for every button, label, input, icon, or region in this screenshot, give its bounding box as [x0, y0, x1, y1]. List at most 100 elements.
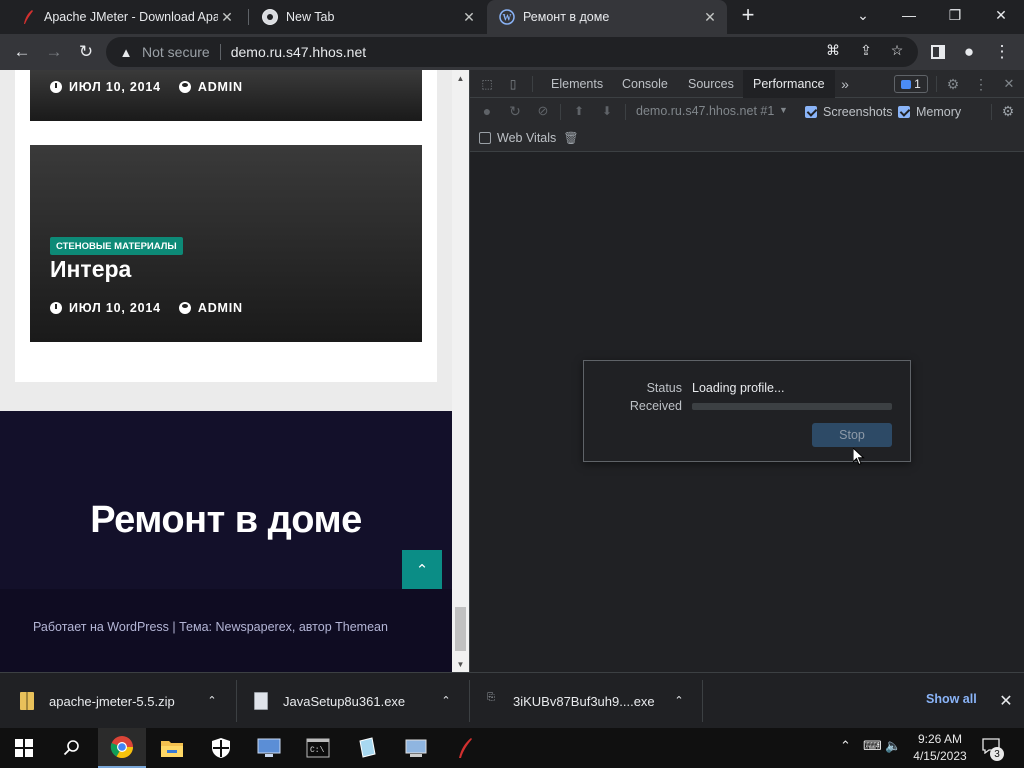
download-icon[interactable]: ⬇	[598, 102, 616, 120]
profile-button[interactable]: ●	[955, 38, 983, 66]
download-shelf: apache-jmeter-5.5.zip ⌃ JavaSetup8u361.e…	[0, 672, 1024, 728]
scrollbar-thumb[interactable]	[455, 607, 466, 651]
inspect-icon[interactable]: ⬚	[478, 75, 496, 93]
network-icon[interactable]: ⌨	[863, 738, 882, 754]
start-button[interactable]	[0, 728, 48, 768]
page-scrollbar[interactable]: ▲ ▼	[452, 70, 469, 672]
chevron-up-icon[interactable]: ⌃	[204, 692, 220, 708]
reload-button[interactable]: ↻	[72, 38, 100, 66]
bookmark-star-icon[interactable]: ☆	[888, 41, 906, 59]
chevron-up-icon: ⌃	[415, 561, 429, 579]
devtools-tab-bar: ⬚ ▯ Elements Console Sources Performance…	[470, 70, 1024, 98]
site-title[interactable]: Ремонт в доме	[0, 499, 452, 542]
devtools-tab-sources[interactable]: Sources	[679, 70, 743, 98]
warning-icon[interactable]: ▲	[118, 44, 134, 60]
stop-button[interactable]: Stop	[812, 423, 892, 447]
target-select[interactable]: demo.ru.s47.hhos.net #1	[636, 104, 774, 118]
checkbox-checked-icon[interactable]	[805, 106, 817, 118]
reload-profile-icon[interactable]: ↻	[506, 102, 524, 120]
taskbar-terminal[interactable]: C:\	[294, 728, 342, 768]
taskbar-network-app[interactable]	[392, 728, 440, 768]
system-clock[interactable]: 9:26 AM 4/15/2023	[906, 731, 974, 765]
settings-gear-icon[interactable]: ⚙	[944, 75, 962, 93]
forward-button[interactable]: →	[40, 38, 68, 66]
scroll-down-icon[interactable]: ▼	[452, 656, 469, 672]
scroll-to-top-button[interactable]: ⌃	[402, 550, 442, 589]
menu-button[interactable]: ⋮	[988, 38, 1016, 66]
chevron-up-icon[interactable]: ⌃	[840, 738, 851, 754]
clock-time: 9:26 AM	[917, 732, 963, 746]
checkbox-unchecked-icon[interactable]	[479, 132, 491, 144]
volume-icon[interactable]: 🔈	[885, 738, 901, 754]
checkbox-checked-icon[interactable]	[898, 106, 910, 118]
address-bar[interactable]: ▲ Not secure demo.ru.s47.hhos.net	[106, 37, 918, 67]
devtools-tab-performance[interactable]: Performance	[743, 70, 835, 98]
memory-checkbox[interactable]: Memory	[898, 105, 961, 119]
scroll-up-icon[interactable]: ▲	[452, 70, 469, 86]
chevron-up-icon[interactable]: ⌃	[438, 692, 454, 708]
devtools-tab-console[interactable]: Console	[613, 70, 677, 98]
record-icon[interactable]: ●	[478, 102, 496, 120]
close-icon[interactable]: ✕	[701, 8, 719, 26]
taskbar-security[interactable]	[197, 728, 245, 768]
new-tab-button[interactable]: +	[733, 0, 763, 30]
notification-center-button[interactable]: 3	[982, 738, 1004, 761]
web-vitals-checkbox[interactable]: Web Vitals	[479, 131, 556, 145]
tab-new-tab[interactable]: New Tab ✕	[250, 0, 486, 34]
minimize-button[interactable]: —	[886, 0, 932, 30]
tab-search-button[interactable]: ⌄	[840, 0, 886, 30]
device-toolbar-icon[interactable]: ▯	[504, 75, 522, 93]
post-date[interactable]: ИЮЛ 10, 2014	[69, 301, 161, 315]
show-all-downloads-link[interactable]: Show all	[926, 692, 977, 706]
category-badge[interactable]: СТЕНОВЫЕ МАТЕРИАЛЫ	[50, 237, 183, 255]
post-date[interactable]: ИЮЛ 10, 2014	[69, 80, 161, 94]
close-icon[interactable]: ✕	[996, 691, 1016, 711]
taskbar-jmeter[interactable]	[441, 728, 489, 768]
upload-icon[interactable]: ⬆	[570, 102, 588, 120]
search-icon	[63, 740, 79, 756]
translate-icon[interactable]: ⌘	[824, 41, 842, 59]
chevron-down-icon: ▼	[779, 105, 788, 115]
post-card-intera[interactable]: СТЕНОВЫЕ МАТЕРИАЛЫ Интера ИЮЛ 10, 2014 A…	[30, 145, 422, 342]
devtools-tab-elements[interactable]: Elements	[542, 70, 612, 98]
taskbar-notepad[interactable]	[343, 728, 391, 768]
omnibox-divider	[219, 44, 221, 60]
download-item[interactable]: JavaSetup8u361.exe ⌃	[254, 673, 469, 729]
issues-badge[interactable]: 1	[894, 75, 928, 93]
close-window-button[interactable]: ✕	[978, 0, 1024, 30]
download-item[interactable]: ⎘ 3iKUBv87Buf3uh9....exe ⌃	[487, 673, 702, 729]
kebab-menu-icon[interactable]: ⋮	[972, 75, 990, 93]
tab-remont[interactable]: W Ремонт в доме ✕	[487, 0, 727, 34]
download-item[interactable]: apache-jmeter-5.5.zip ⌃	[20, 673, 235, 729]
restore-button[interactable]: ❐	[932, 0, 978, 30]
received-label: Received	[629, 399, 682, 413]
share-icon[interactable]: ⇪	[857, 41, 875, 59]
side-panel-button[interactable]	[924, 38, 952, 66]
url-text[interactable]: demo.ru.s47.hhos.net	[231, 44, 366, 60]
screenshots-checkbox[interactable]: Screenshots	[805, 105, 892, 119]
taskbar-file-explorer[interactable]	[148, 728, 196, 768]
taskbar-remote-desktop[interactable]	[245, 728, 293, 768]
tab-jmeter[interactable]: Apache JMeter - Download Apac ✕	[8, 0, 244, 34]
trash-icon[interactable]: 🗑	[562, 129, 580, 147]
close-icon[interactable]: ✕	[218, 8, 236, 26]
chevron-up-icon[interactable]: ⌃	[671, 692, 687, 708]
devtools-divider	[936, 76, 937, 92]
capture-settings-gear-icon[interactable]: ⚙	[999, 102, 1017, 120]
search-button[interactable]	[48, 728, 96, 768]
footer-credit[interactable]: Работает на WordPress | Тема: Newspapere…	[33, 620, 388, 634]
close-devtools-icon[interactable]: ✕	[1000, 75, 1018, 93]
devtools-divider	[991, 104, 992, 120]
post-author[interactable]: ADMIN	[198, 301, 243, 315]
post-author[interactable]: ADMIN	[198, 80, 243, 94]
taskbar-chrome[interactable]	[98, 728, 146, 768]
close-icon[interactable]: ✕	[460, 8, 478, 26]
back-button[interactable]: ←	[8, 38, 36, 66]
clear-icon[interactable]: ⊘	[534, 102, 552, 120]
web-page-viewport[interactable]: ИЮЛ 10, 2014 ADMIN СТЕНОВЫЕ МАТЕРИАЛЫ Ин…	[0, 70, 469, 672]
post-title[interactable]: Интера	[50, 256, 131, 283]
more-tabs-icon[interactable]: »	[836, 75, 854, 93]
feather-icon	[20, 9, 36, 25]
message-icon	[901, 79, 912, 89]
post-card-top[interactable]: ИЮЛ 10, 2014 ADMIN	[30, 70, 422, 121]
